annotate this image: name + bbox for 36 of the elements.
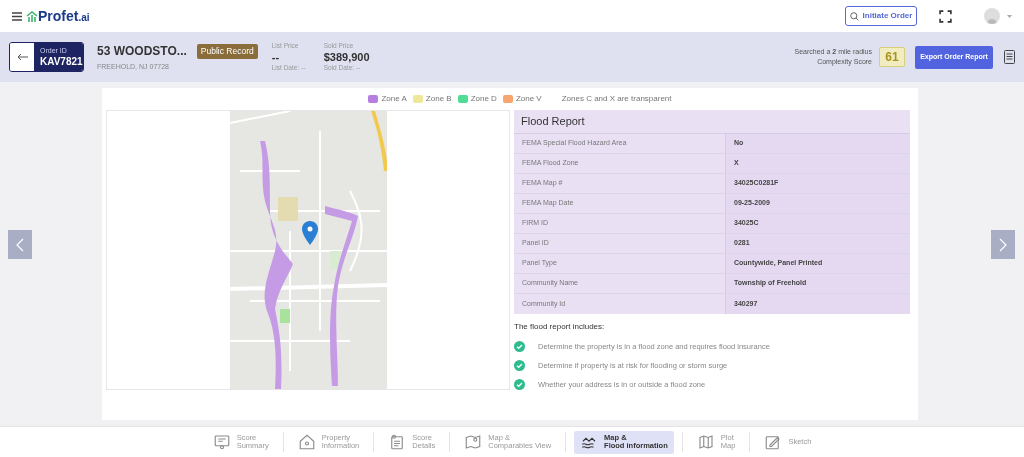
legend-label: Zone A (381, 93, 407, 105)
check-circle-icon (514, 360, 525, 371)
menu-icon[interactable] (12, 11, 22, 21)
map-pin-icon (301, 221, 318, 245)
caret-icon[interactable] (1007, 14, 1012, 18)
document-icon[interactable] (1004, 50, 1015, 64)
check-circle-icon (514, 341, 525, 352)
certificate-icon (212, 433, 231, 451)
flood-report-title: Flood Report (521, 114, 585, 130)
public-record-badge: Public Record (196, 44, 258, 59)
order-id: KAV7821 (40, 56, 83, 69)
back-button[interactable] (10, 43, 34, 71)
chevron-left-icon (16, 237, 24, 252)
next-arrow-button[interactable] (991, 230, 1015, 259)
folded-map-icon (696, 433, 715, 451)
complexity-score: 61 (879, 47, 905, 67)
map-pin-icon (464, 433, 483, 451)
legend-label: Zone V (515, 93, 542, 105)
initiate-order-button[interactable]: Initiate Order (845, 6, 917, 26)
includes-title: The flood report includes: (514, 321, 606, 333)
brand-logo[interactable]: Profet.ai (38, 5, 90, 27)
house-icon (297, 433, 316, 451)
sold-price: $389,900 (323, 51, 370, 63)
list-price: -- (271, 51, 281, 63)
legend-label: Zone B (425, 93, 452, 105)
fullscreen-icon[interactable] (939, 9, 952, 23)
check-circle-icon (514, 379, 525, 390)
search-icon (849, 11, 859, 21)
chevron-right-icon (999, 237, 1007, 252)
back-arrow-icon (16, 53, 28, 61)
legend-note: Zones C and X are transparent (561, 93, 672, 105)
house-bars-icon (26, 10, 38, 22)
legend-label: Zone D (470, 93, 497, 105)
previous-arrow-button[interactable] (8, 230, 32, 259)
avatar[interactable] (984, 8, 1000, 24)
property-address: 53 WOODSTO... (97, 42, 187, 60)
